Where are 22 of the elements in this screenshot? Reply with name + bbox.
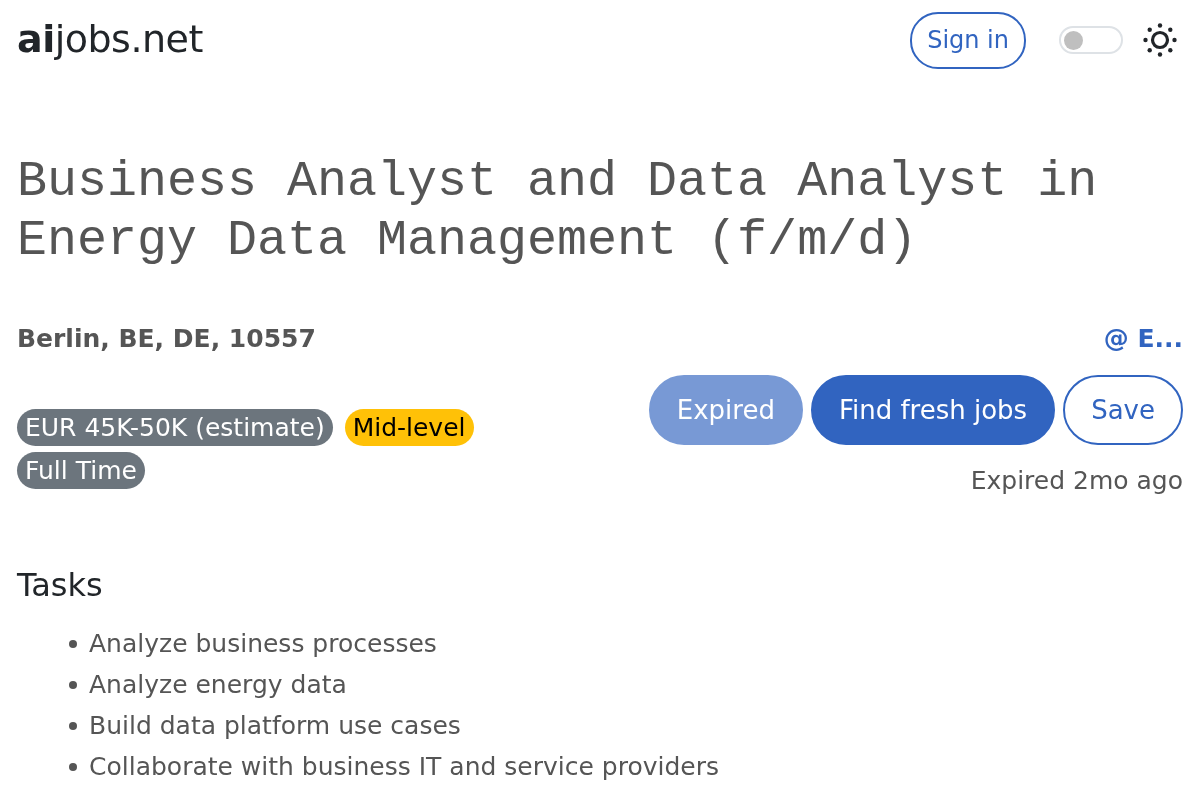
action-button[interactable]: Find fresh jobs bbox=[810, 375, 1056, 445]
bullet-icon bbox=[69, 721, 77, 730]
section-heading: Tasks bbox=[17, 565, 104, 605]
task-item: Build data platform use cases bbox=[89, 711, 461, 740]
task-item: Analyze business processes bbox=[89, 629, 437, 658]
bullet-icon bbox=[69, 639, 77, 648]
save-button[interactable]: Save bbox=[1063, 375, 1183, 445]
task-item: Collaborate with business IT and service providers bbox=[89, 752, 719, 781]
level-tag: Mid-level bbox=[344, 409, 474, 446]
job-title: Business Analyst and Data Analyst in Energy Data Management (f/m/d) bbox=[17, 152, 1099, 270]
sign-in-button[interactable]: Sign in bbox=[910, 11, 1026, 69]
job-type-tag: Full Time bbox=[17, 452, 145, 489]
task-item: Analyze energy data bbox=[89, 670, 347, 699]
company-link[interactable]: @ E... bbox=[1103, 323, 1183, 353]
salary-tag: EUR 45K-50K (estimate) bbox=[17, 409, 333, 446]
expired-note: Expired 2mo ago bbox=[970, 466, 1183, 495]
site-logo[interactable]: aijobs.net bbox=[17, 17, 203, 61]
sun-icon[interactable] bbox=[1143, 23, 1177, 57]
theme-toggle-switch[interactable] bbox=[1059, 26, 1123, 54]
job-location: Berlin, BE, DE, 10557 bbox=[17, 323, 316, 353]
bullet-icon bbox=[69, 680, 77, 689]
bullet-icon bbox=[69, 762, 77, 771]
